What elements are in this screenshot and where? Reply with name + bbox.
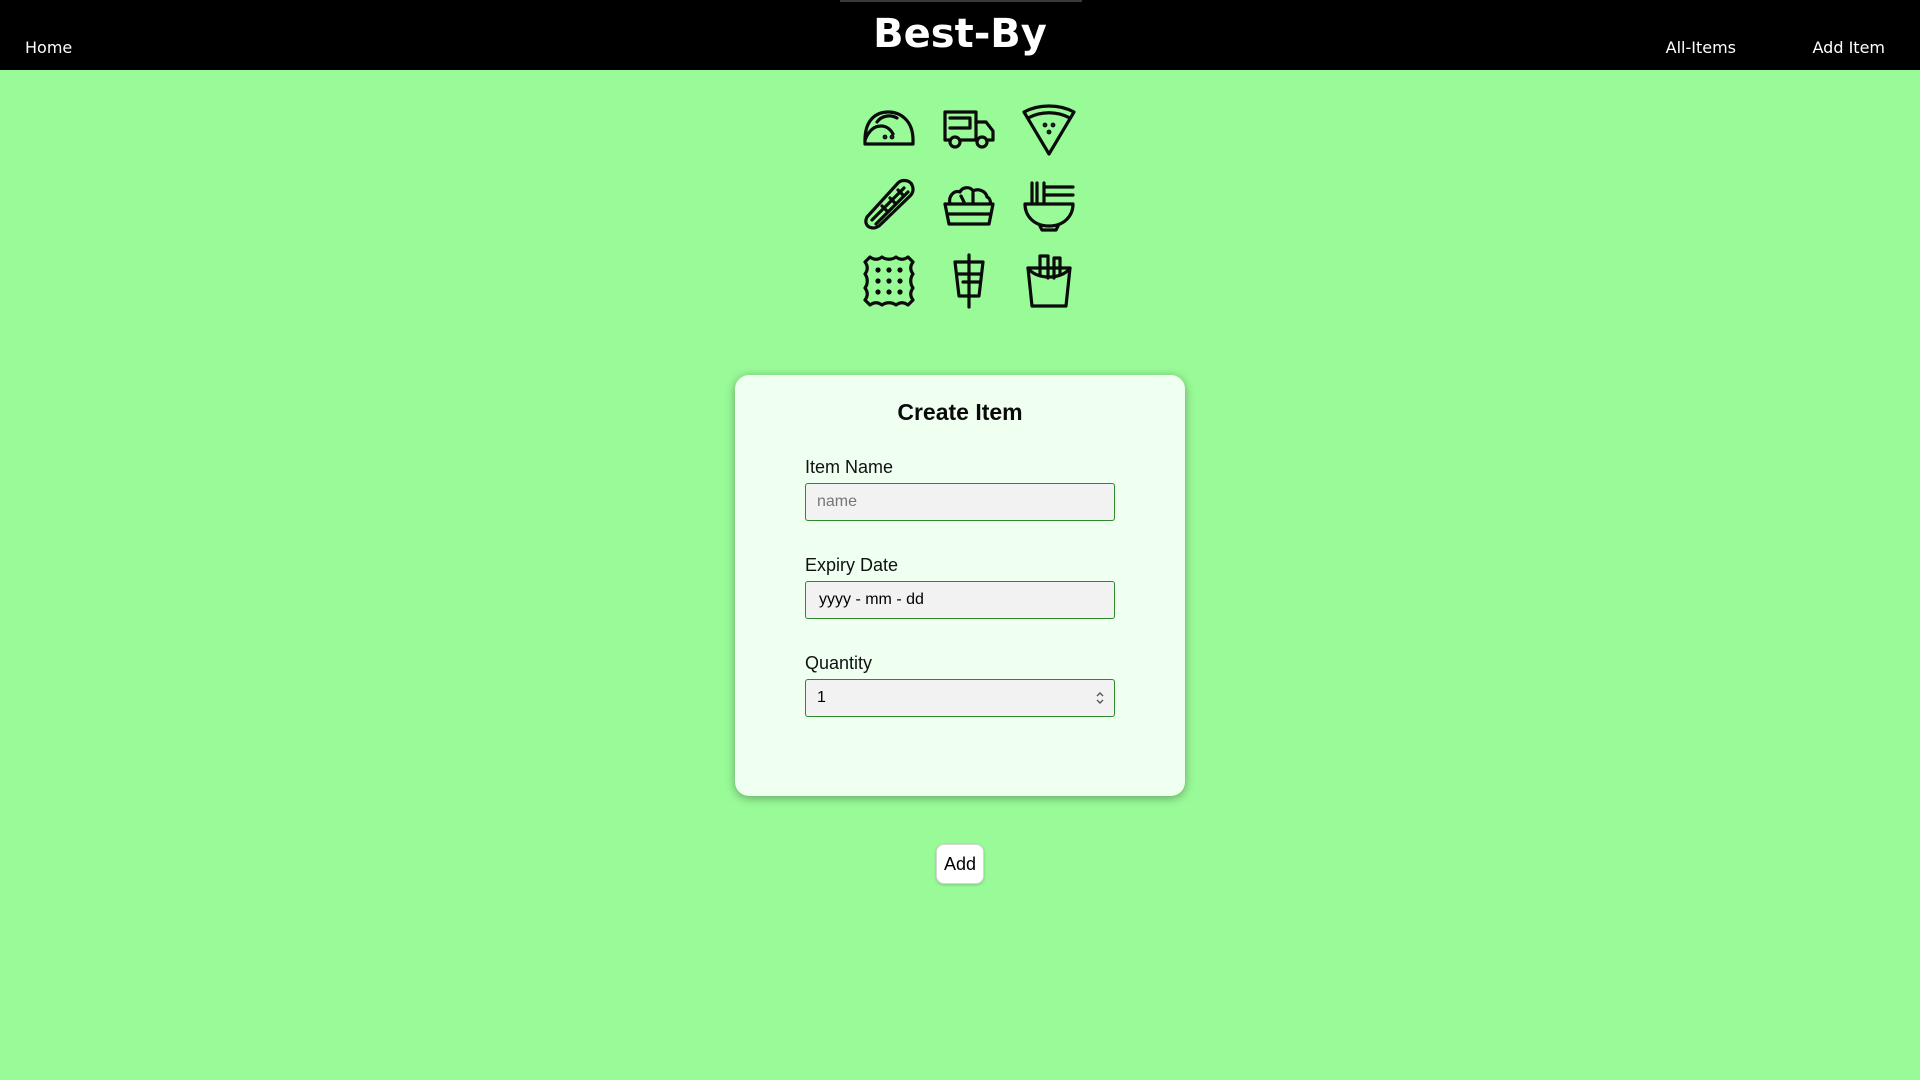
expiry-date-label: Expiry Date bbox=[805, 555, 899, 575]
noodle-bowl-icon bbox=[1020, 176, 1078, 234]
taco-icon bbox=[860, 100, 918, 158]
hot-dog-icon bbox=[860, 176, 918, 234]
food-icon-grid bbox=[849, 100, 1076, 318]
food-truck-icon bbox=[940, 100, 998, 158]
navbar: Home Best-By All-Items Add Item bbox=[0, 0, 1920, 70]
nav-link-all-items[interactable]: All-Items bbox=[1666, 38, 1736, 58]
fries-box-icon bbox=[1020, 252, 1078, 310]
kebab-icon bbox=[940, 252, 998, 310]
pizza-slice-icon bbox=[1020, 100, 1078, 158]
quantity-label: Quantity bbox=[805, 653, 873, 673]
expiry-date-value: yyyy - mm - dd bbox=[819, 591, 924, 608]
quantity-stepper[interactable]: 1 bbox=[805, 679, 1115, 717]
nav-link-add-item[interactable]: Add Item bbox=[1813, 38, 1885, 58]
brand-title: Best-By bbox=[873, 11, 1047, 57]
create-item-card: Create Item Item Name Expiry Date yyyy -… bbox=[735, 375, 1185, 796]
quantity-value: 1 bbox=[817, 689, 826, 706]
item-name-label: Item Name bbox=[805, 457, 894, 477]
navbar-accent-line bbox=[840, 0, 1082, 2]
item-name-input[interactable] bbox=[805, 483, 1115, 521]
add-button[interactable]: Add bbox=[936, 844, 984, 884]
expiry-date-input[interactable]: yyyy - mm - dd bbox=[805, 581, 1115, 619]
card-title: Create Item bbox=[897, 399, 1023, 425]
stepper-arrows-icon[interactable] bbox=[1094, 689, 1106, 707]
cracker-icon bbox=[860, 252, 918, 310]
salad-bowl-icon bbox=[940, 176, 998, 234]
